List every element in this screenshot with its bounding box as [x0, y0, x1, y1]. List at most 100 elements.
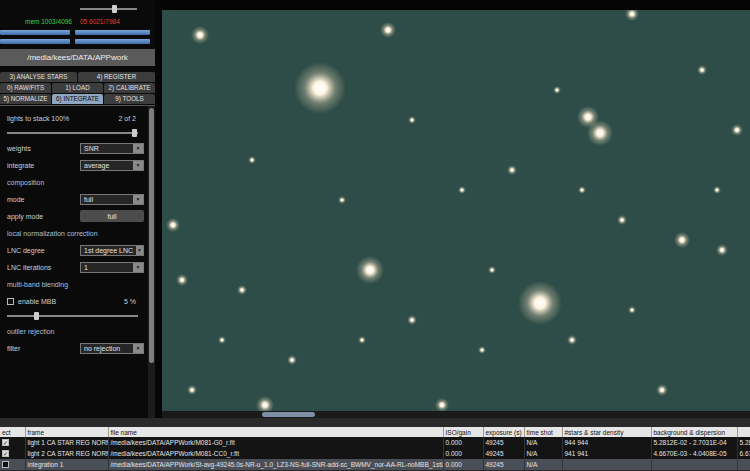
- vertical-scrollbar[interactable]: [148, 106, 155, 418]
- column-header[interactable]: frame: [25, 427, 108, 437]
- scroll-thumb[interactable]: [262, 412, 315, 417]
- table-cell: 0.000: [443, 437, 483, 448]
- info-label: lights to stack 100%: [7, 115, 69, 122]
- tab[interactable]: 4) REGISTER: [78, 72, 155, 82]
- select-label: filter: [7, 345, 20, 352]
- select-label: weights: [7, 145, 31, 152]
- memory-used: mem 1003/4096: [25, 18, 72, 25]
- table-cell: 5.282: [737, 437, 750, 448]
- tab[interactable]: 0) RAW/FITS: [0, 83, 51, 93]
- table-cell: 5.2812E-02 - 2.7031E-04: [651, 437, 737, 448]
- select-row: filter no rejection▼: [7, 341, 144, 355]
- dropdown[interactable]: full▼: [80, 194, 144, 205]
- table-cell: 49245: [483, 437, 524, 448]
- dropdown[interactable]: no rejection▼: [80, 343, 144, 354]
- slider-thumb[interactable]: [34, 312, 39, 320]
- blue-bar[interactable]: [0, 39, 70, 44]
- row-checkbox[interactable]: ✓: [2, 439, 9, 446]
- dropdown-arrow-icon[interactable]: ▼: [133, 144, 143, 153]
- table-row[interactable]: ✓ light 1 CA STAR REG NORM/media/kees/DAT…: [0, 437, 750, 448]
- table-cell: light 1 CA STAR REG NORM: [25, 437, 108, 448]
- row-checkbox[interactable]: ✓: [2, 450, 9, 457]
- dropdown[interactable]: 1st degree LNC▼: [80, 245, 144, 256]
- slider-thumb[interactable]: [132, 129, 137, 137]
- dropdown-arrow-icon[interactable]: ▼: [133, 195, 143, 204]
- dropdown[interactable]: 1▼: [80, 262, 144, 273]
- image-column: [162, 0, 750, 418]
- dropdown-value: SNR: [81, 144, 133, 153]
- slider-row: [7, 311, 144, 321]
- top-slider[interactable]: [80, 8, 137, 10]
- dropdown[interactable]: average▼: [80, 160, 144, 171]
- dropdown[interactable]: SNR▼: [80, 143, 144, 154]
- table-cell: light 2 CA STAR REG NORM: [25, 448, 108, 459]
- table-cell: ✓: [0, 448, 25, 459]
- checkbox-row: enable MBB 5 %: [7, 294, 144, 308]
- tab[interactable]: 5) NORMALIZE: [0, 94, 51, 104]
- star-field-icon: [162, 10, 750, 411]
- work-dir-button[interactable]: /media/kees/DATA/APPwork: [0, 49, 155, 66]
- settings-list: lights to stack 100%2 of 2weightsSNR▼int…: [0, 106, 148, 418]
- select-row: LNC iterations 1▼: [7, 260, 144, 274]
- slider-thumb[interactable]: [112, 5, 117, 13]
- left-panel: mem 1003/409605 6021/7984/media/kees/DAT…: [0, 0, 155, 418]
- checkbox[interactable]: enable MBB: [7, 298, 56, 305]
- column-header[interactable]: time shot: [524, 427, 562, 437]
- table-cell: /media/kees/DATA/APPWork/M081-G0_r.fit: [108, 437, 443, 448]
- top-strip: [162, 0, 750, 10]
- table-row[interactable]: integration 1/media/kees/DATA/APPWork/St…: [0, 459, 750, 470]
- button-bars: [0, 27, 155, 48]
- mbb-value: 5 %: [124, 298, 144, 305]
- row-checkbox[interactable]: [2, 461, 9, 468]
- blue-bar[interactable]: [75, 30, 150, 35]
- info-row: lights to stack 100% 2 of 2: [7, 111, 144, 125]
- table-row[interactable]: ✓ light 2 CA STAR REG NORM/media/kees/DAT…: [0, 448, 750, 459]
- horizontal-scrollbar[interactable]: [162, 411, 750, 418]
- column-header[interactable]: background & dispersion: [651, 427, 737, 437]
- table-cell: N/A: [524, 437, 562, 448]
- column-header[interactable]: file name: [108, 427, 443, 437]
- column-header[interactable]: #stars & star density: [562, 427, 651, 437]
- table-cell: 944 944: [562, 437, 651, 448]
- table-cell: 49245: [483, 448, 524, 459]
- info-value: 2 of 2: [118, 115, 144, 122]
- column-header[interactable]: [737, 427, 750, 437]
- table-cell: /media/kees/DATA/APPWork/St-avg-49245.0s…: [108, 459, 443, 470]
- blue-bar[interactable]: [0, 30, 70, 35]
- setting-slider[interactable]: [7, 315, 138, 317]
- scroll-thumb[interactable]: [149, 108, 154, 363]
- select-label: LNC degree: [7, 247, 45, 254]
- apply-button[interactable]: full: [80, 210, 144, 222]
- dropdown-arrow-icon[interactable]: ▼: [133, 263, 143, 272]
- memory-row: mem 1003/409605 6021/7984: [0, 15, 155, 27]
- tab-row: 3) ANALYSE STARS4) REGISTER: [0, 72, 155, 82]
- tab[interactable]: 2) CALIBRATE: [104, 83, 155, 93]
- dropdown-arrow-icon[interactable]: ▼: [133, 161, 143, 170]
- table-cell: [562, 459, 651, 470]
- column-header[interactable]: exposure (s): [483, 427, 524, 437]
- image-view[interactable]: [162, 10, 750, 411]
- button-row: apply mode full: [7, 209, 144, 223]
- tab[interactable]: 9) TOOLS: [104, 94, 155, 104]
- select-label: mode: [7, 196, 25, 203]
- table-cell: /media/kees/DATA/APPWork/M081-CC0_r.fit: [108, 448, 443, 459]
- select-row: LNC degree 1st degree LNC▼: [7, 243, 144, 257]
- tab[interactable]: 3) ANALYSE STARS: [0, 72, 77, 82]
- tab[interactable]: 6) INTEGRATE: [52, 94, 103, 104]
- tab[interactable]: 1) LOAD: [52, 83, 103, 93]
- checkbox-label: enable MBB: [18, 298, 56, 305]
- setting-slider[interactable]: [7, 132, 138, 134]
- checkbox-box[interactable]: [7, 298, 14, 305]
- top-slider-row: [0, 3, 155, 15]
- column-header[interactable]: ISO/gain: [443, 427, 483, 437]
- dropdown-arrow-icon[interactable]: ▼: [136, 246, 143, 255]
- blue-bar[interactable]: [75, 39, 150, 44]
- select-label: LNC iterations: [7, 264, 51, 271]
- dropdown-value: no rejection: [81, 344, 133, 353]
- dropdown-arrow-icon[interactable]: ▼: [133, 344, 143, 353]
- dropdown-value: full: [81, 195, 133, 204]
- column-header[interactable]: ect: [0, 427, 25, 437]
- button-label: apply mode: [7, 213, 43, 220]
- tab-row: 0) RAW/FITS1) LOAD2) CALIBRATE: [0, 83, 155, 93]
- settings-panel: lights to stack 100%2 of 2weightsSNR▼int…: [0, 105, 155, 418]
